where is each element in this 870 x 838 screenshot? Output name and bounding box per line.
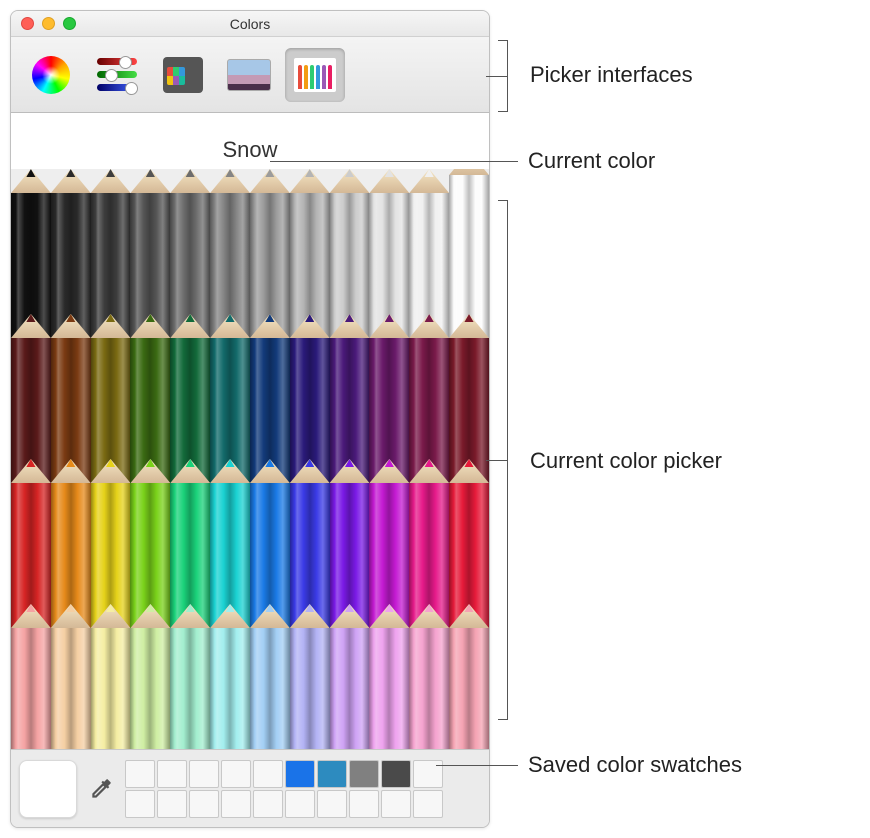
callout-picker-interfaces: Picker interfaces [530, 62, 693, 88]
swatch-cell[interactable] [317, 790, 347, 818]
tab-color-palettes[interactable] [153, 48, 213, 102]
close-window-button[interactable] [21, 17, 34, 30]
current-color-swatch[interactable] [19, 760, 77, 818]
swatch-cell[interactable] [221, 760, 251, 788]
color-wheel-icon [32, 56, 70, 94]
tab-color-sliders[interactable] [87, 48, 147, 102]
swatch-cell[interactable] [285, 760, 315, 788]
tab-image-palettes[interactable] [219, 48, 279, 102]
zoom-window-button[interactable] [63, 17, 76, 30]
tab-pencils[interactable] [285, 48, 345, 102]
swatch-cell[interactable] [381, 790, 411, 818]
minimize-window-button[interactable] [42, 17, 55, 30]
callout-saved-swatches: Saved color swatches [436, 752, 742, 778]
pencil[interactable] [91, 604, 131, 749]
callout-current-color: Current color [270, 148, 655, 174]
palette-icon [163, 57, 203, 93]
bracket [498, 200, 508, 720]
pencil[interactable] [449, 604, 489, 749]
saved-swatches-grid [125, 760, 443, 818]
picker-toolbar [11, 37, 489, 113]
swatch-cell[interactable] [221, 790, 251, 818]
callout-current-color-picker: Current color picker [530, 448, 722, 474]
pencil-picker [11, 169, 489, 749]
swatch-cell[interactable] [125, 790, 155, 818]
pencil-row [11, 604, 489, 749]
colors-window: Colors Snow [10, 10, 490, 828]
swatch-cell[interactable] [253, 790, 283, 818]
bracket [498, 40, 508, 112]
pencil[interactable] [290, 604, 330, 749]
pencil[interactable] [369, 604, 409, 749]
swatch-cell[interactable] [125, 760, 155, 788]
pencil-row [11, 169, 489, 314]
swatch-cell[interactable] [317, 760, 347, 788]
swatch-cell[interactable] [349, 760, 379, 788]
swatch-cell[interactable] [189, 760, 219, 788]
swatch-cell[interactable] [157, 790, 187, 818]
window-title: Colors [11, 16, 489, 32]
titlebar: Colors [11, 11, 489, 37]
pencils-icon [293, 57, 337, 93]
swatch-cell[interactable] [381, 760, 411, 788]
sliders-icon [97, 58, 137, 91]
swatch-bar [11, 749, 489, 827]
window-controls [11, 17, 76, 30]
swatch-cell[interactable] [189, 790, 219, 818]
pencil[interactable] [170, 604, 210, 749]
eyedropper-button[interactable] [85, 769, 117, 809]
pencil[interactable] [250, 604, 290, 749]
tab-color-wheel[interactable] [21, 48, 81, 102]
swatch-cell[interactable] [413, 790, 443, 818]
pencil-row [11, 314, 489, 459]
pencil[interactable] [51, 604, 91, 749]
swatch-cell[interactable] [285, 790, 315, 818]
image-icon [227, 59, 271, 91]
eyedropper-icon [88, 776, 114, 802]
pencil[interactable] [11, 604, 51, 749]
pencil[interactable] [210, 604, 250, 749]
pencil[interactable] [130, 604, 170, 749]
swatch-cell[interactable] [349, 790, 379, 818]
pencil-row [11, 459, 489, 604]
swatch-cell[interactable] [253, 760, 283, 788]
pencil[interactable] [330, 604, 370, 749]
swatch-cell[interactable] [157, 760, 187, 788]
pencil[interactable] [409, 604, 449, 749]
